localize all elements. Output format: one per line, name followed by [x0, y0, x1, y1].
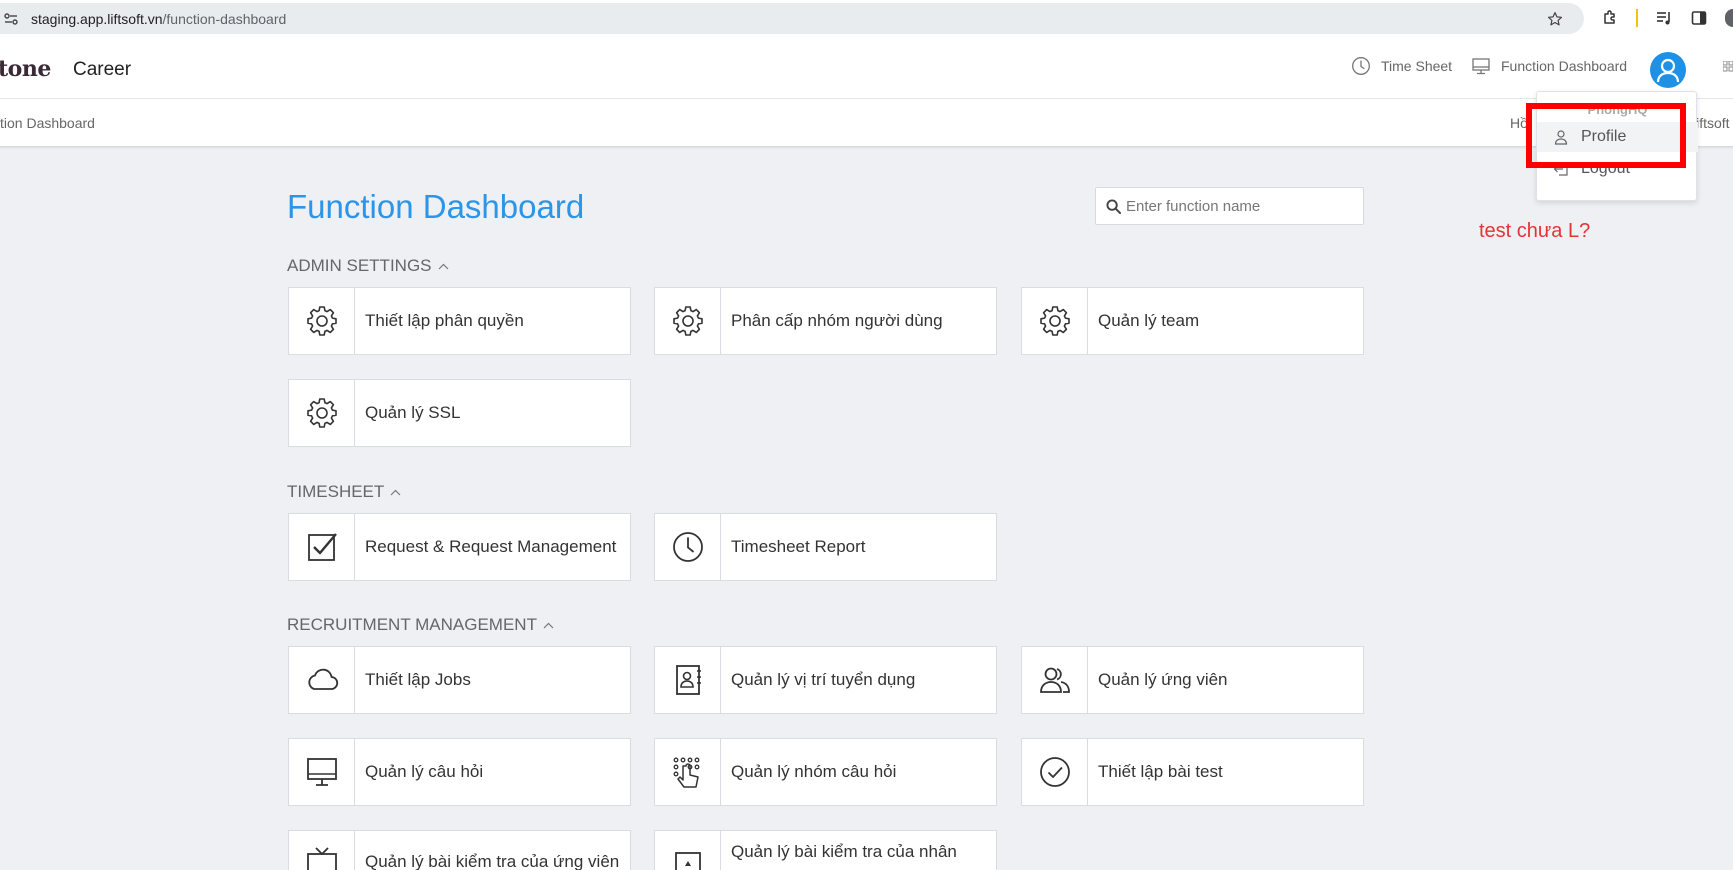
function-card-label: Thiết lập phân quyền — [365, 311, 524, 330]
url-text[interactable]: staging.app.liftsoft.vn/function-dashboa… — [31, 11, 286, 27]
user-menu-username: PhongHQ — [1587, 102, 1648, 117]
bookmark-star-icon[interactable] — [1547, 11, 1563, 27]
side-panel-icon[interactable] — [1691, 10, 1707, 26]
nav-function-dashboard-label: Function Dashboard — [1501, 58, 1628, 74]
breadcrumb-right-b[interactable]: liftsoft — [1693, 115, 1730, 131]
section-timesheet-title: TIMESHEET — [287, 482, 385, 501]
gear-icon — [1039, 306, 1070, 336]
user-menu-dropdown: PhongHQ Profile Logout — [1536, 91, 1698, 201]
apps-grid-icon[interactable] — [1723, 61, 1733, 75]
function-card-label: Thiết lập bài test — [1098, 762, 1223, 781]
breadcrumb-current: tion Dashboard — [0, 115, 95, 131]
nav-function-dashboard[interactable]: Function Dashboard — [1471, 56, 1627, 76]
toolbar-separator — [1636, 9, 1638, 27]
gear-icon — [672, 306, 703, 336]
menu-item-profile-label: Profile — [1581, 128, 1627, 145]
tv-icon — [306, 847, 337, 870]
contact-book-icon — [675, 665, 701, 695]
function-card[interactable]: Phân cấp nhóm người dùng — [654, 287, 997, 355]
function-card-label: Thiết lập Jobs — [365, 670, 471, 689]
monitor-icon — [1472, 58, 1490, 75]
browser-toolbar: staging.app.liftsoft.vn/function-dashboa… — [0, 0, 1733, 38]
user-avatar-button[interactable] — [1650, 52, 1686, 88]
checkbox-icon — [307, 533, 337, 561]
annotation-note: test chưa L? — [1479, 220, 1591, 242]
menu-item-logout[interactable]: Logout — [1537, 154, 1698, 184]
browser-profile-icon[interactable] — [1725, 9, 1733, 27]
desktop-icon — [306, 758, 337, 786]
gear-icon — [306, 398, 337, 428]
app-header: tone Career Time Sheet Function Dashboar… — [0, 38, 1733, 99]
search-input[interactable] — [1126, 188, 1356, 224]
function-card[interactable]: Timesheet Report — [654, 513, 997, 581]
page-title: Function Dashboard — [287, 188, 585, 225]
function-card-label: Request & Request Management — [365, 537, 617, 556]
cloud-icon — [307, 668, 338, 690]
chevron-up-icon — [390, 489, 401, 495]
extensions-icon[interactable] — [1602, 10, 1618, 26]
search-icon — [1106, 199, 1121, 214]
function-card[interactable]: Quản lý vị trí tuyển dụng — [654, 646, 997, 714]
nav-time-sheet[interactable]: Time Sheet — [1351, 56, 1452, 76]
function-card[interactable]: Quản lý ứng viên — [1021, 646, 1364, 714]
function-card[interactable]: Thiết lập Jobs — [288, 646, 631, 714]
chevron-up-icon — [543, 622, 554, 628]
section-admin-settings[interactable]: ADMIN SETTINGS — [287, 256, 449, 276]
gear-icon — [306, 306, 337, 336]
function-card-label: Quản lý nhóm câu hỏi — [731, 762, 897, 781]
users-icon — [1039, 667, 1070, 693]
clock-icon — [672, 532, 703, 562]
menu-item-logout-label: Logout — [1581, 160, 1630, 177]
function-card-label: Timesheet Report — [731, 537, 866, 556]
function-search[interactable] — [1095, 187, 1364, 225]
chevron-up-icon — [438, 263, 448, 269]
function-card[interactable]: Quản lý team — [1021, 287, 1364, 355]
section-admin-settings-title: ADMIN SETTINGS — [287, 256, 432, 275]
section-recruitment-title: RECRUITMENT MANAGEMENT — [287, 615, 537, 634]
section-recruitment[interactable]: RECRUITMENT MANAGEMENT — [287, 615, 554, 635]
function-card-label: Quản lý vị trí tuyển dụng — [731, 670, 916, 689]
function-card-label: Quản lý câu hỏi — [365, 762, 484, 781]
media-control-icon[interactable] — [1656, 10, 1672, 26]
breadcrumb: tion Dashboard Hồ liftsoft — [0, 99, 1733, 147]
document-icon — [674, 852, 701, 870]
user-icon — [1554, 130, 1568, 145]
touch-grid-icon — [673, 757, 699, 788]
function-card[interactable]: Quản lý SSL — [288, 379, 631, 447]
function-card-label: Quản lý bài kiểm tra của nhân — [731, 842, 957, 861]
breadcrumb-right-a[interactable]: Hồ — [1510, 115, 1528, 131]
site-info-icon[interactable] — [4, 12, 18, 26]
nav-time-sheet-label: Time Sheet — [1381, 58, 1453, 74]
function-card-label: Quản lý bài kiểm tra của ứng viên — [365, 852, 620, 870]
function-card-label: Quản lý team — [1098, 311, 1200, 330]
logout-icon — [1553, 162, 1568, 176]
career-link[interactable]: Career — [73, 59, 131, 81]
address-bar[interactable]: staging.app.liftsoft.vn/function-dashboa… — [0, 3, 1584, 34]
function-card[interactable]: Thiết lập phân quyền — [288, 287, 631, 355]
function-card[interactable]: Request & Request Management — [288, 513, 631, 581]
function-card[interactable]: Quản lý câu hỏi — [288, 738, 631, 806]
brand-logo[interactable]: tone — [0, 56, 51, 82]
function-card[interactable]: Quản lý bài kiểm tra của ứng viên — [288, 830, 631, 870]
function-card[interactable]: Quản lý nhóm câu hỏi — [654, 738, 997, 806]
check-circle-icon — [1039, 757, 1070, 787]
clock-icon — [1352, 57, 1370, 75]
function-card[interactable]: Thiết lập bài test — [1021, 738, 1364, 806]
function-card-label: Quản lý SSL — [365, 403, 461, 422]
function-card[interactable]: Quản lý bài kiểm tra của nhân — [654, 830, 997, 870]
user-avatar-icon — [1656, 58, 1680, 83]
function-card-label: Quản lý ứng viên — [1098, 670, 1228, 689]
section-timesheet[interactable]: TIMESHEET — [287, 482, 401, 502]
function-card-label: Phân cấp nhóm người dùng — [731, 311, 943, 330]
menu-item-profile[interactable]: Profile — [1537, 122, 1698, 152]
